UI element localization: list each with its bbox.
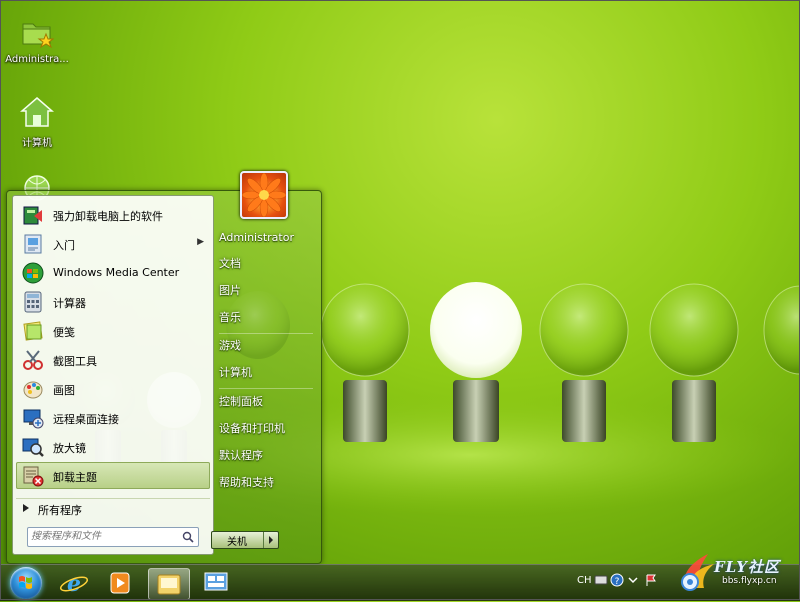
watermark-brand: FLY社区	[714, 558, 780, 576]
magnifier-icon	[22, 438, 44, 457]
program-item-sticky-notes[interactable]: 便笺	[16, 317, 210, 344]
media-center-icon	[22, 262, 44, 284]
help-icon[interactable]: ?	[610, 573, 624, 587]
place-item-help-support[interactable]: 帮助和支持	[217, 472, 315, 494]
shutdown-button[interactable]: 关机	[211, 531, 279, 549]
desktop-icon-label: Administra...	[5, 54, 69, 65]
language-indicator[interactable]: CH	[577, 575, 592, 586]
program-label: 计算器	[53, 297, 86, 310]
place-item-games[interactable]: 游戏	[217, 335, 315, 357]
sticky-notes-icon	[23, 321, 43, 341]
search-input[interactable]	[28, 528, 177, 544]
user-avatar[interactable]	[240, 171, 288, 219]
start-menu: 强力卸载电脑上的软件 入门 ▶ Windows Media Center 计算器…	[6, 190, 322, 564]
all-programs-label: 所有程序	[38, 504, 82, 517]
program-item-uninstaller[interactable]: 强力卸载电脑上的软件	[16, 201, 210, 228]
flower-icon	[242, 173, 286, 217]
program-label: 画图	[53, 384, 75, 397]
uninstall-icon	[23, 206, 42, 225]
svg-text:e: e	[67, 571, 81, 597]
program-label: 截图工具	[53, 355, 97, 368]
uninstall-theme-icon	[23, 466, 44, 487]
paint-icon	[23, 381, 43, 399]
svg-text:?: ?	[615, 577, 620, 587]
shutdown-options-arrow-icon[interactable]	[263, 532, 278, 548]
place-item-documents[interactable]: 文档	[217, 253, 315, 275]
program-label: 便笺	[53, 326, 75, 339]
place-item-devices-printers[interactable]: 设备和打印机	[217, 418, 315, 440]
program-label: 入门	[53, 239, 75, 252]
taskbar-internet-explorer[interactable]: e	[54, 568, 94, 598]
logo-icon	[681, 554, 714, 591]
program-item-paint[interactable]: 画图	[16, 375, 210, 402]
site-watermark: FLY社区 bbs.flyxp.cn	[678, 544, 796, 594]
shutdown-label: 关机	[227, 537, 247, 548]
place-item-computer[interactable]: 计算机	[217, 362, 315, 384]
taskbar-media-player[interactable]	[100, 568, 140, 598]
separator	[219, 388, 313, 389]
separator	[219, 333, 313, 334]
snipping-tool-icon	[23, 350, 43, 370]
desktop-icon-label: 计算机	[22, 138, 52, 149]
desktop-icon-computer[interactable]: 计算机	[2, 96, 72, 149]
watermark-url: bbs.flyxp.cn	[722, 576, 777, 586]
place-item-pictures[interactable]: 图片	[217, 280, 315, 302]
flag-icon[interactable]	[644, 573, 658, 587]
program-item-magnifier[interactable]: 放大镜	[16, 433, 210, 460]
calculator-icon	[24, 291, 42, 313]
keyboard-icon[interactable]	[594, 573, 608, 587]
program-item-calculator[interactable]: 计算器	[16, 288, 210, 315]
place-item-control-panel[interactable]: 控制面板	[217, 391, 315, 413]
program-list: 强力卸载电脑上的软件 入门 ▶ Windows Media Center 计算器…	[13, 196, 213, 489]
start-orb-icon[interactable]	[10, 567, 42, 599]
triangle-right-icon	[23, 504, 29, 512]
file-explorer-icon	[157, 574, 181, 595]
program-label: 强力卸载电脑上的软件	[53, 210, 163, 223]
light-bulb	[763, 285, 800, 375]
program-item-uninstall-theme[interactable]: 卸载主题	[16, 462, 210, 489]
windows-logo-icon	[19, 576, 32, 589]
start-menu-programs-pane: 强力卸载电脑上的软件 入门 ▶ Windows Media Center 计算器…	[12, 195, 214, 555]
media-player-icon	[110, 572, 130, 594]
place-item-default-programs[interactable]: 默认程序	[217, 445, 315, 467]
folder-star-icon	[22, 23, 55, 49]
search-icon[interactable]	[182, 531, 194, 543]
taskbar-file-explorer[interactable]	[148, 568, 190, 600]
program-item-getting-started[interactable]: 入门 ▶	[16, 230, 210, 257]
program-label: 卸载主题	[53, 471, 97, 484]
start-menu-places-pane: Administrator 文档 图片 音乐 游戏 计算机 控制面板 设备和打印…	[215, 211, 317, 521]
submenu-arrow-icon: ▶	[197, 237, 204, 247]
program-label: Windows Media Center	[53, 266, 180, 279]
getting-started-icon	[24, 234, 42, 254]
program-item-media-center[interactable]: Windows Media Center	[16, 259, 210, 286]
desktop-icon-user-folder[interactable]: Administra...	[2, 16, 72, 65]
all-programs-button[interactable]: 所有程序	[16, 498, 210, 519]
options-arrow-icon[interactable]	[626, 573, 640, 587]
place-item-music[interactable]: 音乐	[217, 307, 315, 329]
remote-desktop-icon	[204, 572, 228, 591]
program-item-remote-desktop[interactable]: 远程桌面连接	[16, 404, 210, 431]
taskbar-remote-desktop[interactable]	[196, 568, 236, 598]
program-label: 远程桌面连接	[53, 413, 119, 426]
internet-explorer-icon: e	[59, 571, 89, 597]
place-item-user[interactable]: Administrator	[217, 227, 315, 249]
program-label: 放大镜	[53, 442, 86, 455]
program-item-snipping-tool[interactable]: 截图工具	[16, 346, 210, 373]
computer-icon	[19, 97, 55, 127]
remote-desktop-icon	[23, 409, 44, 429]
start-search-box[interactable]	[27, 527, 199, 547]
